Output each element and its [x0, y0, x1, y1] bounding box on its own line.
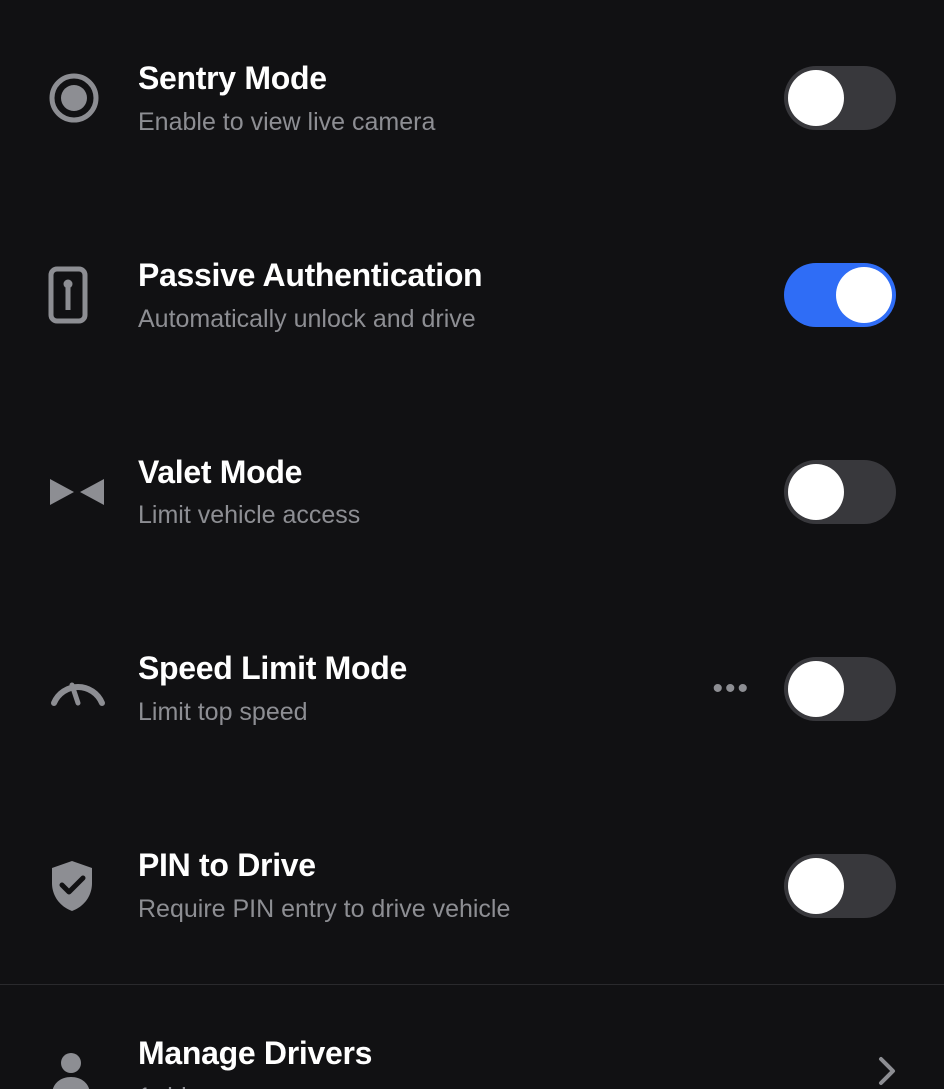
sentry-mode-icon — [48, 72, 138, 124]
row-manage-drivers-right — [878, 1056, 896, 1089]
manage-drivers-title: Manage Drivers — [138, 1035, 878, 1072]
passive-auth-title: Passive Authentication — [138, 257, 784, 294]
speed-limit-title: Speed Limit Mode — [138, 650, 712, 687]
row-speed-limit: Speed Limit Mode Limit top speed ••• — [0, 590, 944, 787]
manage-drivers-subtitle: 1 driver — [138, 1082, 878, 1089]
row-manage-drivers[interactable]: Manage Drivers 1 driver — [0, 985, 944, 1089]
sentry-mode-title: Sentry Mode — [138, 60, 784, 97]
manage-drivers-icon — [48, 1049, 138, 1089]
pin-to-drive-toggle[interactable] — [784, 854, 896, 918]
row-speed-limit-right: ••• — [712, 657, 896, 721]
sentry-mode-toggle[interactable] — [784, 66, 896, 130]
passive-auth-toggle[interactable] — [784, 263, 896, 327]
pin-to-drive-subtitle: Require PIN entry to drive vehicle — [138, 894, 784, 924]
valet-mode-subtitle: Limit vehicle access — [138, 500, 784, 530]
sentry-mode-subtitle: Enable to view live camera — [138, 107, 784, 137]
toggle-knob — [788, 661, 844, 717]
toggle-knob — [788, 858, 844, 914]
row-passive-auth: Passive Authentication Automatically unl… — [0, 197, 944, 394]
chevron-right-icon — [878, 1056, 896, 1089]
row-passive-auth-text: Passive Authentication Automatically unl… — [138, 257, 784, 334]
row-sentry-mode-text: Sentry Mode Enable to view live camera — [138, 60, 784, 137]
row-sentry-mode: Sentry Mode Enable to view live camera — [0, 0, 944, 197]
row-sentry-mode-right — [784, 66, 896, 130]
valet-mode-icon — [48, 477, 138, 507]
pin-to-drive-icon — [48, 859, 138, 913]
row-pin-to-drive-right — [784, 854, 896, 918]
speed-limit-toggle[interactable] — [784, 657, 896, 721]
row-valet-mode-text: Valet Mode Limit vehicle access — [138, 454, 784, 531]
more-options-icon[interactable]: ••• — [712, 674, 750, 704]
row-pin-to-drive: PIN to Drive Require PIN entry to drive … — [0, 787, 944, 984]
valet-mode-title: Valet Mode — [138, 454, 784, 491]
passive-auth-subtitle: Automatically unlock and drive — [138, 304, 784, 334]
speed-limit-subtitle: Limit top speed — [138, 697, 712, 727]
toggle-knob — [788, 464, 844, 520]
row-pin-to-drive-text: PIN to Drive Require PIN entry to drive … — [138, 847, 784, 924]
toggle-knob — [836, 267, 892, 323]
speed-limit-icon — [48, 669, 138, 709]
row-valet-mode-right — [784, 460, 896, 524]
row-manage-drivers-text: Manage Drivers 1 driver — [138, 1035, 878, 1089]
pin-to-drive-title: PIN to Drive — [138, 847, 784, 884]
valet-mode-toggle[interactable] — [784, 460, 896, 524]
toggle-knob — [788, 70, 844, 126]
row-valet-mode: Valet Mode Limit vehicle access — [0, 394, 944, 591]
row-passive-auth-right — [784, 263, 896, 327]
row-speed-limit-text: Speed Limit Mode Limit top speed — [138, 650, 712, 727]
passive-auth-icon — [48, 266, 138, 324]
settings-list: Sentry Mode Enable to view live camera P… — [0, 0, 944, 1089]
